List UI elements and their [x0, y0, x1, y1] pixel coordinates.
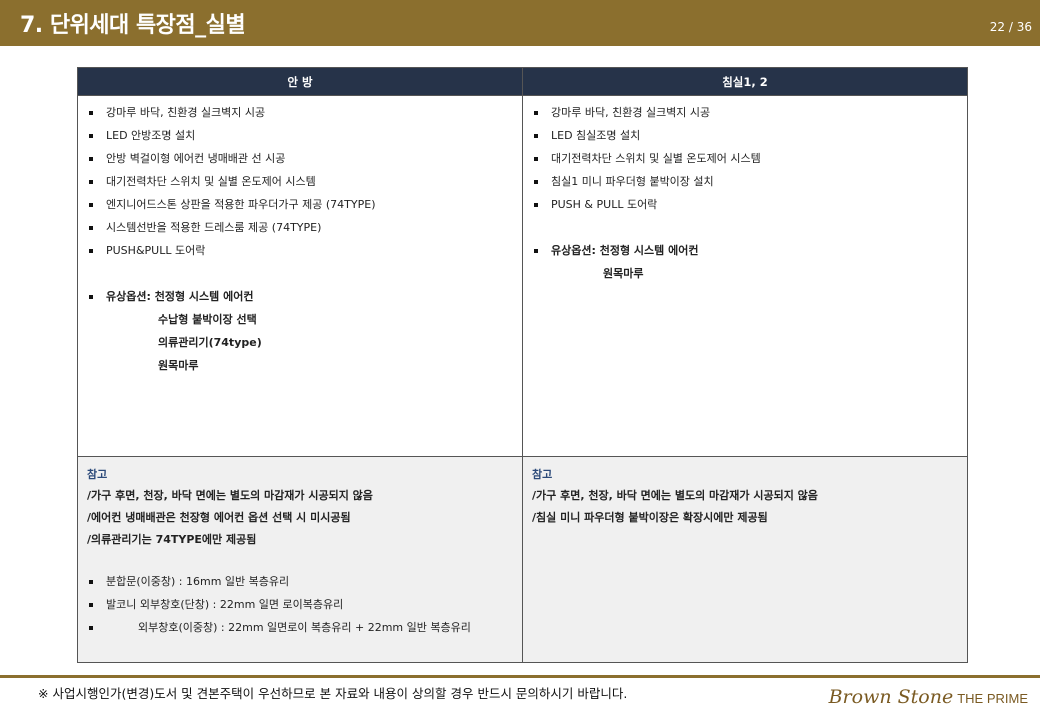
list-item: 분합문(이중창) : 16mm 일반 복층유리: [88, 573, 522, 596]
bedroom-1-2-cell: 강마루 바닥, 친환경 실크벽지 시공 LED 침실조명 설치 대기전력차단 스…: [522, 95, 968, 457]
list-item: PUSH&PULL 도어락: [88, 242, 522, 265]
note-title: 참고: [532, 468, 553, 481]
feature-table: 안 방 침실1, 2 강마루 바닥, 친환경 실크벽지 시공 LED 안방조명 …: [77, 67, 968, 663]
list-item: 침실1 미니 파우더형 붙박이장 설치: [533, 173, 967, 196]
paid-option-item: 원목마루: [603, 267, 644, 280]
brand-subname: THE PRIME: [957, 691, 1028, 706]
window-spec-list: 분합문(이중창) : 16mm 일반 복층유리 발코니 외부창호(단창) : 2…: [87, 553, 522, 642]
spacer: [88, 265, 522, 288]
note-title: 참고: [87, 468, 108, 481]
list-item: LED 안방조명 설치: [88, 127, 522, 150]
list-item: 대기전력차단 스위치 및 실별 온도제어 시스템: [533, 150, 967, 173]
reference-note: 참고 /가구 후면, 천장, 바닥 면에는 별도의 마감재가 시공되지 않음 /…: [523, 457, 967, 531]
master-bedroom-list: 강마루 바닥, 친환경 실크벽지 시공 LED 안방조명 설치 안방 벽걸이형 …: [78, 96, 522, 380]
note-line: /에어컨 냉매배관은 천장형 에어컨 옵션 선택 시 미시공됨: [87, 511, 351, 524]
list-item: PUSH & PULL 도어락: [533, 196, 967, 219]
spacer: [533, 219, 967, 242]
footer-divider: [0, 675, 1040, 678]
note-line: /의류관리기는 74TYPE에만 제공됨: [87, 533, 257, 546]
brand-name: Brown Stone: [828, 686, 954, 708]
column-header-master-bedroom: 안 방: [77, 67, 523, 96]
paid-option-item: 의류관리기(74type): [158, 336, 262, 349]
bedroom-1-2-list: 강마루 바닥, 친환경 실크벽지 시공 LED 침실조명 설치 대기전력차단 스…: [523, 96, 967, 288]
list-item: 시스템선반을 적용한 드레스룸 제공 (74TYPE): [88, 219, 522, 242]
list-item: 엔지니어드스톤 상판을 적용한 파우더가구 제공 (74TYPE): [88, 196, 522, 219]
bedroom-1-2-note-cell: 참고 /가구 후면, 천장, 바닥 면에는 별도의 마감재가 시공되지 않음 /…: [522, 456, 968, 663]
list-item: 대기전력차단 스위치 및 실별 온도제어 시스템: [88, 173, 522, 196]
paid-option-label: 유상옵션: 천정형 시스템 에어컨: [88, 288, 522, 311]
page-title: 7. 단위세대 특장점_실별: [20, 13, 246, 38]
list-item: 외부창호(이중창) : 22mm 일면로이 복층유리 + 22mm 일반 복층유…: [88, 619, 522, 642]
note-line: /가구 후면, 천장, 바닥 면에는 별도의 마감재가 시공되지 않음: [532, 489, 818, 502]
list-item-text: 외부창호(이중창) : 22mm 일면로이 복층유리 + 22mm 일반 복층유…: [138, 621, 471, 634]
master-bedroom-note-cell: 참고 /가구 후면, 천장, 바닥 면에는 별도의 마감재가 시공되지 않음 /…: [77, 456, 523, 663]
header-bar: 7. 단위세대 특장점_실별 22 / 36: [0, 0, 1040, 46]
list-item: 강마루 바닥, 친환경 실크벽지 시공: [533, 104, 967, 127]
disclaimer-note: ※ 사업시행인가(변경)도서 및 견본주택이 우선하므로 본 자료와 내용이 상…: [38, 686, 628, 701]
page-number: 22 / 36: [989, 20, 1032, 34]
list-item: 안방 벽걸이형 에어컨 냉매배관 선 시공: [88, 150, 522, 173]
brand-logo: Brown Stone THE PRIME: [829, 686, 1028, 708]
note-line: /가구 후면, 천장, 바닥 면에는 별도의 마감재가 시공되지 않음: [87, 489, 373, 502]
note-line: /침실 미니 파우더형 붙박이장은 확장시에만 제공됨: [532, 511, 768, 524]
list-item: 강마루 바닥, 친환경 실크벽지 시공: [88, 104, 522, 127]
paid-option-label: 유상옵션: 천정형 시스템 에어컨: [533, 242, 967, 265]
master-bedroom-cell: 강마루 바닥, 친환경 실크벽지 시공 LED 안방조명 설치 안방 벽걸이형 …: [77, 95, 523, 457]
list-item: 발코니 외부창호(단창) : 22mm 일면 로이복층유리: [88, 596, 522, 619]
reference-note: 참고 /가구 후면, 천장, 바닥 면에는 별도의 마감재가 시공되지 않음 /…: [78, 457, 522, 642]
list-item: LED 침실조명 설치: [533, 127, 967, 150]
paid-option-item: 원목마루: [158, 359, 199, 372]
paid-option-item: 수납형 붙박이장 선택: [158, 313, 257, 326]
column-header-bedroom-1-2: 침실1, 2: [522, 67, 968, 96]
